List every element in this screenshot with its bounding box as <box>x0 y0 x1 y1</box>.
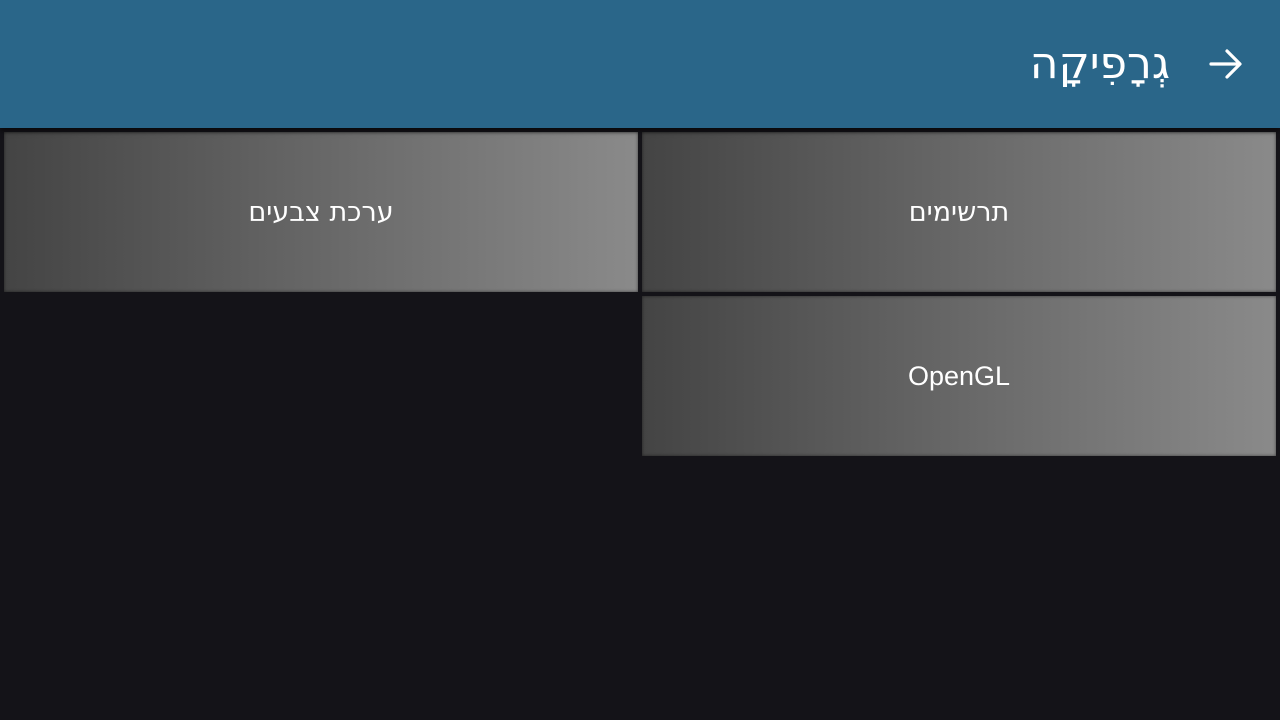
color-scheme-tile[interactable]: ערכת צבעים <box>4 132 638 292</box>
page-title: גְרָפִיקָה <box>1029 38 1170 89</box>
color-scheme-tile-label: ערכת צבעים <box>248 196 394 228</box>
graphics-screen: גְרָפִיקָה תרשימים ערכת צבעים OpenGL <box>0 0 1280 720</box>
top-app-bar: גְרָפִיקָה <box>0 0 1280 128</box>
charts-tile[interactable]: תרשימים <box>642 132 1276 292</box>
charts-tile-label: תרשימים <box>908 196 1010 228</box>
opengl-tile-label: OpenGL <box>907 360 1011 391</box>
arrow-right-icon <box>1209 49 1242 79</box>
opengl-tile[interactable]: OpenGL <box>642 296 1276 456</box>
back-button[interactable] <box>1202 40 1250 88</box>
